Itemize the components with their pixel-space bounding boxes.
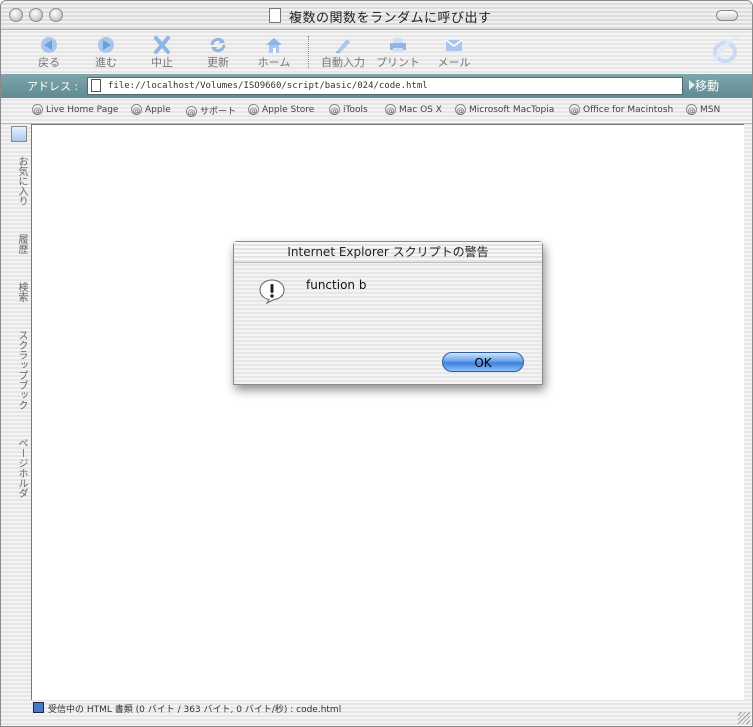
address-field[interactable] <box>87 77 683 95</box>
toolbar-toggle-button[interactable] <box>716 10 738 21</box>
favorite-label: サポート <box>200 107 237 117</box>
tab-search[interactable]: 検索 <box>11 282 29 302</box>
favorite-mac-os-x[interactable]: @ Mac OS X <box>385 104 442 115</box>
favorite-microsoft-mactopia[interactable]: @ Microsoft MacTopia <box>455 104 554 115</box>
favorite-apple-store[interactable]: @ Apple Store <box>248 104 314 115</box>
home-label: ホーム <box>257 56 291 69</box>
favorite-label: Office for Macintosh <box>583 105 674 115</box>
alert-icon <box>259 279 285 304</box>
favorite-label: MSN <box>700 105 721 115</box>
at-icon: @ <box>32 104 43 115</box>
explorer-bar: お気に入り 履歴 検索 スクラップブック ページホルダ <box>9 124 31 699</box>
address-input[interactable] <box>108 79 668 93</box>
stop-button[interactable]: 中止 <box>134 32 190 72</box>
status-bar: 受信中の HTML 書類 (0 バイト / 363 バイト, 0 バイト/秒) … <box>31 700 743 716</box>
security-icon <box>33 702 44 713</box>
toolbar-separator <box>308 36 309 68</box>
tab-page-holder[interactable]: ページホルダ <box>11 438 29 498</box>
address-bar: アドレス : 移動 <box>1 74 752 98</box>
address-label: アドレス : <box>27 80 79 93</box>
favorite-label: Apple Store <box>262 105 315 115</box>
back-arrow-icon <box>41 37 57 53</box>
favorite-label: Mac OS X <box>399 105 442 115</box>
script-alert-dialog: Internet Explorer スクリプトの警告 function b OK <box>233 241 543 385</box>
print-button[interactable]: プリント <box>370 32 426 72</box>
dialog-title: Internet Explorer スクリプトの警告 <box>234 242 542 263</box>
home-button[interactable]: ホーム <box>246 32 302 72</box>
status-text: 受信中の HTML 書類 (0 バイト / 363 バイト, 0 バイト/秒) … <box>48 705 342 715</box>
favorite-apple[interactable]: @ Apple <box>131 104 171 115</box>
dialog-message: function b <box>306 278 367 292</box>
stop-label: 中止 <box>151 56 173 69</box>
refresh-button[interactable]: 更新 <box>190 32 246 72</box>
favorite-label: Apple <box>145 105 171 115</box>
at-icon: @ <box>569 104 580 115</box>
back-label: 戻る <box>38 56 60 69</box>
ie-logo-icon <box>712 36 739 63</box>
ok-button[interactable]: OK <box>442 352 524 372</box>
toolbar: 戻る 進む 中止 更新 ホーム 自動入力 プリント メール <box>1 30 752 74</box>
favorite-itools[interactable]: @ iTools <box>329 104 368 115</box>
favorite-live-home-page[interactable]: @ Live Home Page <box>32 104 118 115</box>
refresh-label: 更新 <box>207 56 229 69</box>
forward-arrow-icon <box>98 37 114 53</box>
document-icon <box>269 8 281 23</box>
page-icon <box>91 79 101 92</box>
title-bar: 複数の関数をランダムに呼び出す <box>1 1 752 30</box>
forward-button[interactable]: 進む <box>78 32 134 72</box>
tab-favorites[interactable]: お気に入り <box>11 156 29 206</box>
stop-icon <box>154 36 170 54</box>
at-icon: @ <box>686 104 697 115</box>
at-icon: @ <box>455 104 466 115</box>
page-content <box>31 124 744 700</box>
tab-scrapbook[interactable]: スクラップブック <box>11 330 29 410</box>
mail-button[interactable]: メール <box>426 32 482 72</box>
tab-history[interactable]: 履歴 <box>11 234 29 254</box>
home-icon <box>266 38 282 53</box>
window-title: 複数の関数をランダムに呼び出す <box>289 11 492 26</box>
at-icon: @ <box>186 106 197 117</box>
favorite-label: Live Home Page <box>46 105 119 115</box>
explorer-toggle-button[interactable] <box>11 126 27 142</box>
favorites-bar: @ Live Home Page @ Apple @ サポート @ Apple Stor… <box>1 99 752 124</box>
favorite-label: Microsoft MacTopia <box>469 105 555 115</box>
autofill-icon <box>336 39 350 53</box>
at-icon: @ <box>131 104 142 115</box>
favorite-msn[interactable]: @ MSN <box>686 104 720 115</box>
browser-window: 複数の関数をランダムに呼び出す 戻る 進む 中止 更新 ホーム 自動入力 プリン… <box>0 0 753 727</box>
at-icon: @ <box>329 104 340 115</box>
at-icon: @ <box>248 104 259 115</box>
autofill-label: 自動入力 <box>321 56 365 69</box>
mail-icon <box>445 39 463 51</box>
autofill-button[interactable]: 自動入力 <box>315 32 371 72</box>
favorite-office-for-macintosh[interactable]: @ Office for Macintosh <box>569 104 673 115</box>
print-label: プリント <box>376 56 420 69</box>
refresh-icon <box>210 37 226 53</box>
favorite-support[interactable]: @ サポート <box>186 104 236 117</box>
favorite-label: iTools <box>343 105 368 115</box>
minimize-window-button[interactable] <box>29 8 43 22</box>
back-button[interactable]: 戻る <box>21 32 77 72</box>
at-icon: @ <box>385 104 396 115</box>
resize-grip[interactable] <box>738 712 750 724</box>
zoom-window-button[interactable] <box>49 8 63 22</box>
forward-label: 進む <box>95 56 117 69</box>
close-window-button[interactable] <box>9 8 23 22</box>
mail-label: メール <box>437 56 471 69</box>
print-icon <box>390 38 406 52</box>
go-button[interactable]: 移動 <box>695 77 719 94</box>
